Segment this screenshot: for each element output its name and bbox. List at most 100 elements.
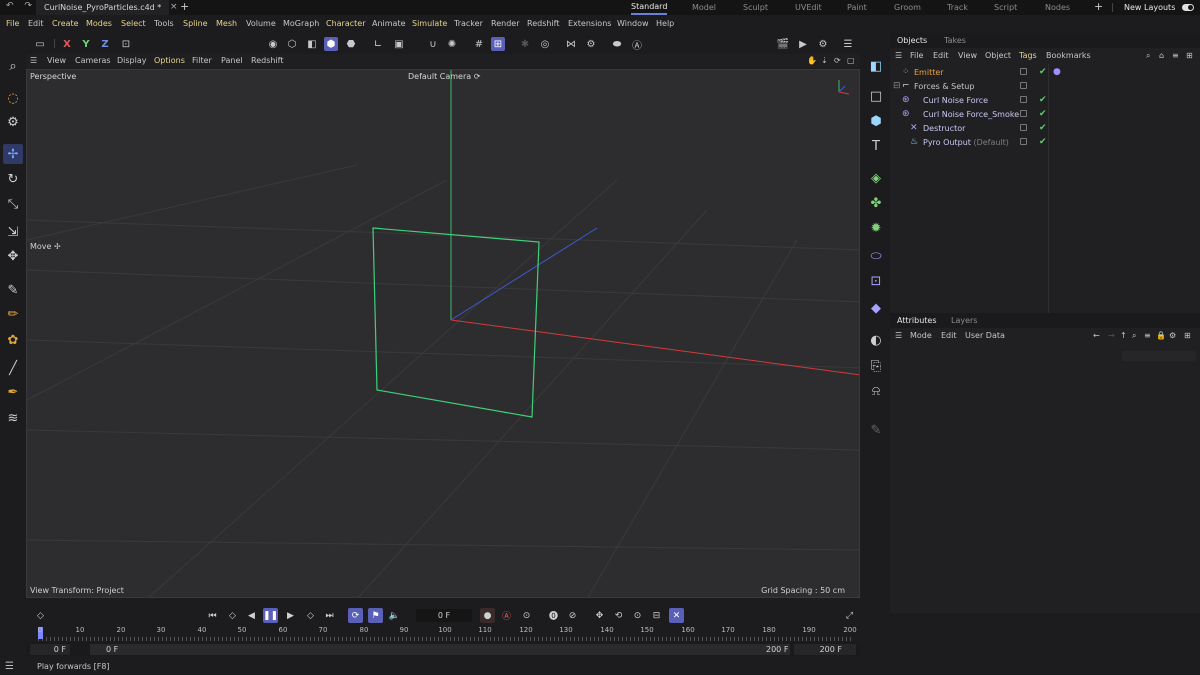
collapse-icon[interactable]: ⊟ — [893, 81, 901, 91]
playback-rate-icon[interactable]: ⚑ — [368, 608, 383, 623]
current-frame-field[interactable]: 0 F — [416, 609, 472, 622]
camera-icon[interactable]: ⎘ — [866, 356, 886, 376]
menu-create[interactable]: Create — [52, 19, 79, 28]
points-mode-icon[interactable]: ◉ — [266, 37, 280, 51]
field-icon[interactable]: ⬭ — [866, 246, 886, 266]
menu-window[interactable]: Window — [617, 19, 649, 28]
new-layouts-toggle[interactable] — [1182, 4, 1194, 11]
3d-viewport[interactable]: Perspective Default Camera ⟳ Move ✢ View… — [26, 69, 860, 598]
render-view-icon[interactable]: 🎬 — [776, 37, 790, 51]
layout-tab-sculpt[interactable]: Sculpt — [743, 0, 768, 15]
polygons-mode-icon[interactable]: ◧ — [305, 37, 319, 51]
range-slider[interactable] — [90, 644, 790, 655]
keyframe-icon[interactable]: ◇ — [33, 608, 48, 623]
render-settings-icon[interactable]: ⚙ — [816, 37, 830, 51]
menu-file[interactable]: File — [6, 19, 19, 28]
maximize-view-icon[interactable]: ▢ — [847, 56, 855, 65]
dolly-view-icon[interactable]: ⇣ — [821, 56, 828, 65]
visibility-toggle[interactable] — [1020, 110, 1027, 117]
history-icons[interactable]: ↶ ↷ — [6, 1, 36, 11]
menu-render[interactable]: Render — [491, 19, 519, 28]
snap-settings-icon[interactable]: ✺ — [445, 37, 459, 51]
viewport-menu-filter[interactable]: Filter — [192, 56, 212, 65]
autokey-icon[interactable]: Ⓐ — [499, 608, 514, 623]
object-row-curl-noise-force-smoke[interactable]: ⊛ Curl Noise Force_Smoke ✔ — [890, 108, 1050, 122]
axis-y-toggle[interactable]: Y — [79, 37, 93, 51]
deformer-icon[interactable]: ✹ — [866, 218, 886, 238]
visibility-toggle[interactable] — [1020, 82, 1027, 89]
asset-browser-icon[interactable]: ☰ — [841, 37, 855, 51]
menu-select[interactable]: Select — [121, 19, 146, 28]
new-window-icon[interactable]: ⊞ — [1186, 51, 1193, 60]
timeline-window-icon[interactable]: ⤢ — [842, 608, 857, 623]
enabled-check-icon[interactable]: ✔ — [1039, 123, 1047, 133]
go-to-start-icon[interactable]: ⏮ — [205, 608, 220, 623]
key-pla-icon[interactable]: ⊙ — [630, 608, 645, 623]
enabled-check-icon[interactable]: ✔ — [1039, 67, 1047, 77]
object-row-pyro-output[interactable]: ♨ Pyro Output (Default) ✔ — [890, 136, 1050, 150]
soft-selection-icon[interactable]: ⬬ — [610, 37, 624, 51]
sound-icon[interactable]: 🔈 — [387, 608, 402, 623]
key-rotation-icon[interactable]: ⊘ — [565, 608, 580, 623]
home-icon[interactable]: ⌂ — [1159, 51, 1164, 60]
key-param-icon[interactable]: ⟲ — [611, 608, 626, 623]
filter-icon[interactable]: ≡ — [1172, 51, 1179, 60]
coordinate-system-icon[interactable]: ⊡ — [119, 37, 133, 51]
layout-tab-nodes[interactable]: Nodes — [1045, 0, 1070, 15]
back-arrow-icon[interactable]: ← — [1093, 331, 1100, 340]
workplane-icon[interactable]: ⊞ — [491, 37, 505, 51]
search-icon[interactable]: ⌕ — [3, 56, 23, 76]
rotate-view-icon[interactable]: ⟳ — [834, 56, 841, 65]
pause-icon[interactable]: ❚❚ — [263, 608, 278, 623]
locked-workplane-icon[interactable]: ✱ — [518, 37, 532, 51]
axis-x-toggle[interactable]: X — [60, 37, 74, 51]
tab-objects[interactable]: Objects — [897, 36, 927, 45]
cube-icon[interactable]: ⬢ — [866, 111, 886, 131]
forward-arrow-icon[interactable]: → — [1108, 331, 1115, 340]
record-icon[interactable]: ● — [480, 608, 495, 623]
layout-tab-track[interactable]: Track — [947, 0, 968, 15]
undo-history-icon[interactable]: ▭ — [33, 37, 47, 51]
time-ruler[interactable]: 0 10 20 30 40 50 60 70 80 90 100 110 120… — [26, 625, 860, 641]
selection-tools-icon[interactable]: ⚙ — [3, 112, 23, 132]
viewport-menu-redshift[interactable]: Redshift — [251, 56, 283, 65]
keyframe-selection-icon[interactable]: ⊙ — [519, 608, 534, 623]
tab-takes[interactable]: Takes — [944, 36, 966, 45]
axis-mode-icon[interactable]: ∟ — [371, 37, 385, 51]
visibility-toggle[interactable] — [1020, 138, 1027, 145]
model-mode-icon[interactable]: ⬢ — [324, 37, 338, 51]
menu-simulate[interactable]: Simulate — [412, 19, 447, 28]
symmetry-icon[interactable]: ⋈ — [564, 37, 578, 51]
viewport-menu-view[interactable]: View — [47, 56, 66, 65]
layout-tab-paint[interactable]: Paint — [847, 0, 867, 15]
menu-tools[interactable]: Tools — [154, 19, 174, 28]
search-icon[interactable]: ⌕ — [1132, 331, 1136, 341]
menu-help[interactable]: Help — [656, 19, 674, 28]
attribute-menu-user-data[interactable]: User Data — [965, 331, 1005, 340]
magnet-tool-icon[interactable]: ≋ — [3, 408, 23, 428]
object-menu-tags[interactable]: Tags — [1019, 51, 1037, 60]
layout-tab-model[interactable]: Model — [692, 0, 716, 15]
cloner-icon[interactable]: ◧ — [866, 56, 886, 76]
object-menu-bookmarks[interactable]: Bookmarks — [1046, 51, 1091, 60]
go-to-end-icon[interactable]: ⏭ — [322, 608, 337, 623]
viewport-menu-options[interactable]: Options — [154, 56, 185, 65]
menu-tracker[interactable]: Tracker — [454, 19, 483, 28]
target-icon[interactable]: ◎ — [538, 37, 552, 51]
enabled-check-icon[interactable]: ✔ — [1039, 95, 1047, 105]
layout-tab-groom[interactable]: Groom — [894, 0, 921, 15]
status-menu-icon[interactable]: ☰ — [5, 661, 14, 672]
layout-tab-uvedit[interactable]: UVEdit — [795, 0, 822, 15]
layout-tab-standard[interactable]: Standard — [631, 0, 668, 15]
previous-key-icon[interactable]: ◇ — [225, 608, 240, 623]
viewport-menu-cameras[interactable]: Cameras — [75, 56, 111, 65]
key-scale-icon[interactable]: ✥ — [592, 608, 607, 623]
force-icon[interactable]: ◆ — [866, 298, 886, 318]
menu-mograph[interactable]: MoGraph — [283, 19, 319, 28]
viewport-menu-icon[interactable]: ☰ — [30, 56, 37, 65]
attribute-search-field[interactable] — [1122, 351, 1196, 361]
menu-modes[interactable]: Modes — [86, 19, 112, 28]
menu-mesh[interactable]: Mesh — [216, 19, 237, 28]
object-menu-object[interactable]: Object — [985, 51, 1011, 60]
grid-snap-icon[interactable]: # — [472, 37, 486, 51]
